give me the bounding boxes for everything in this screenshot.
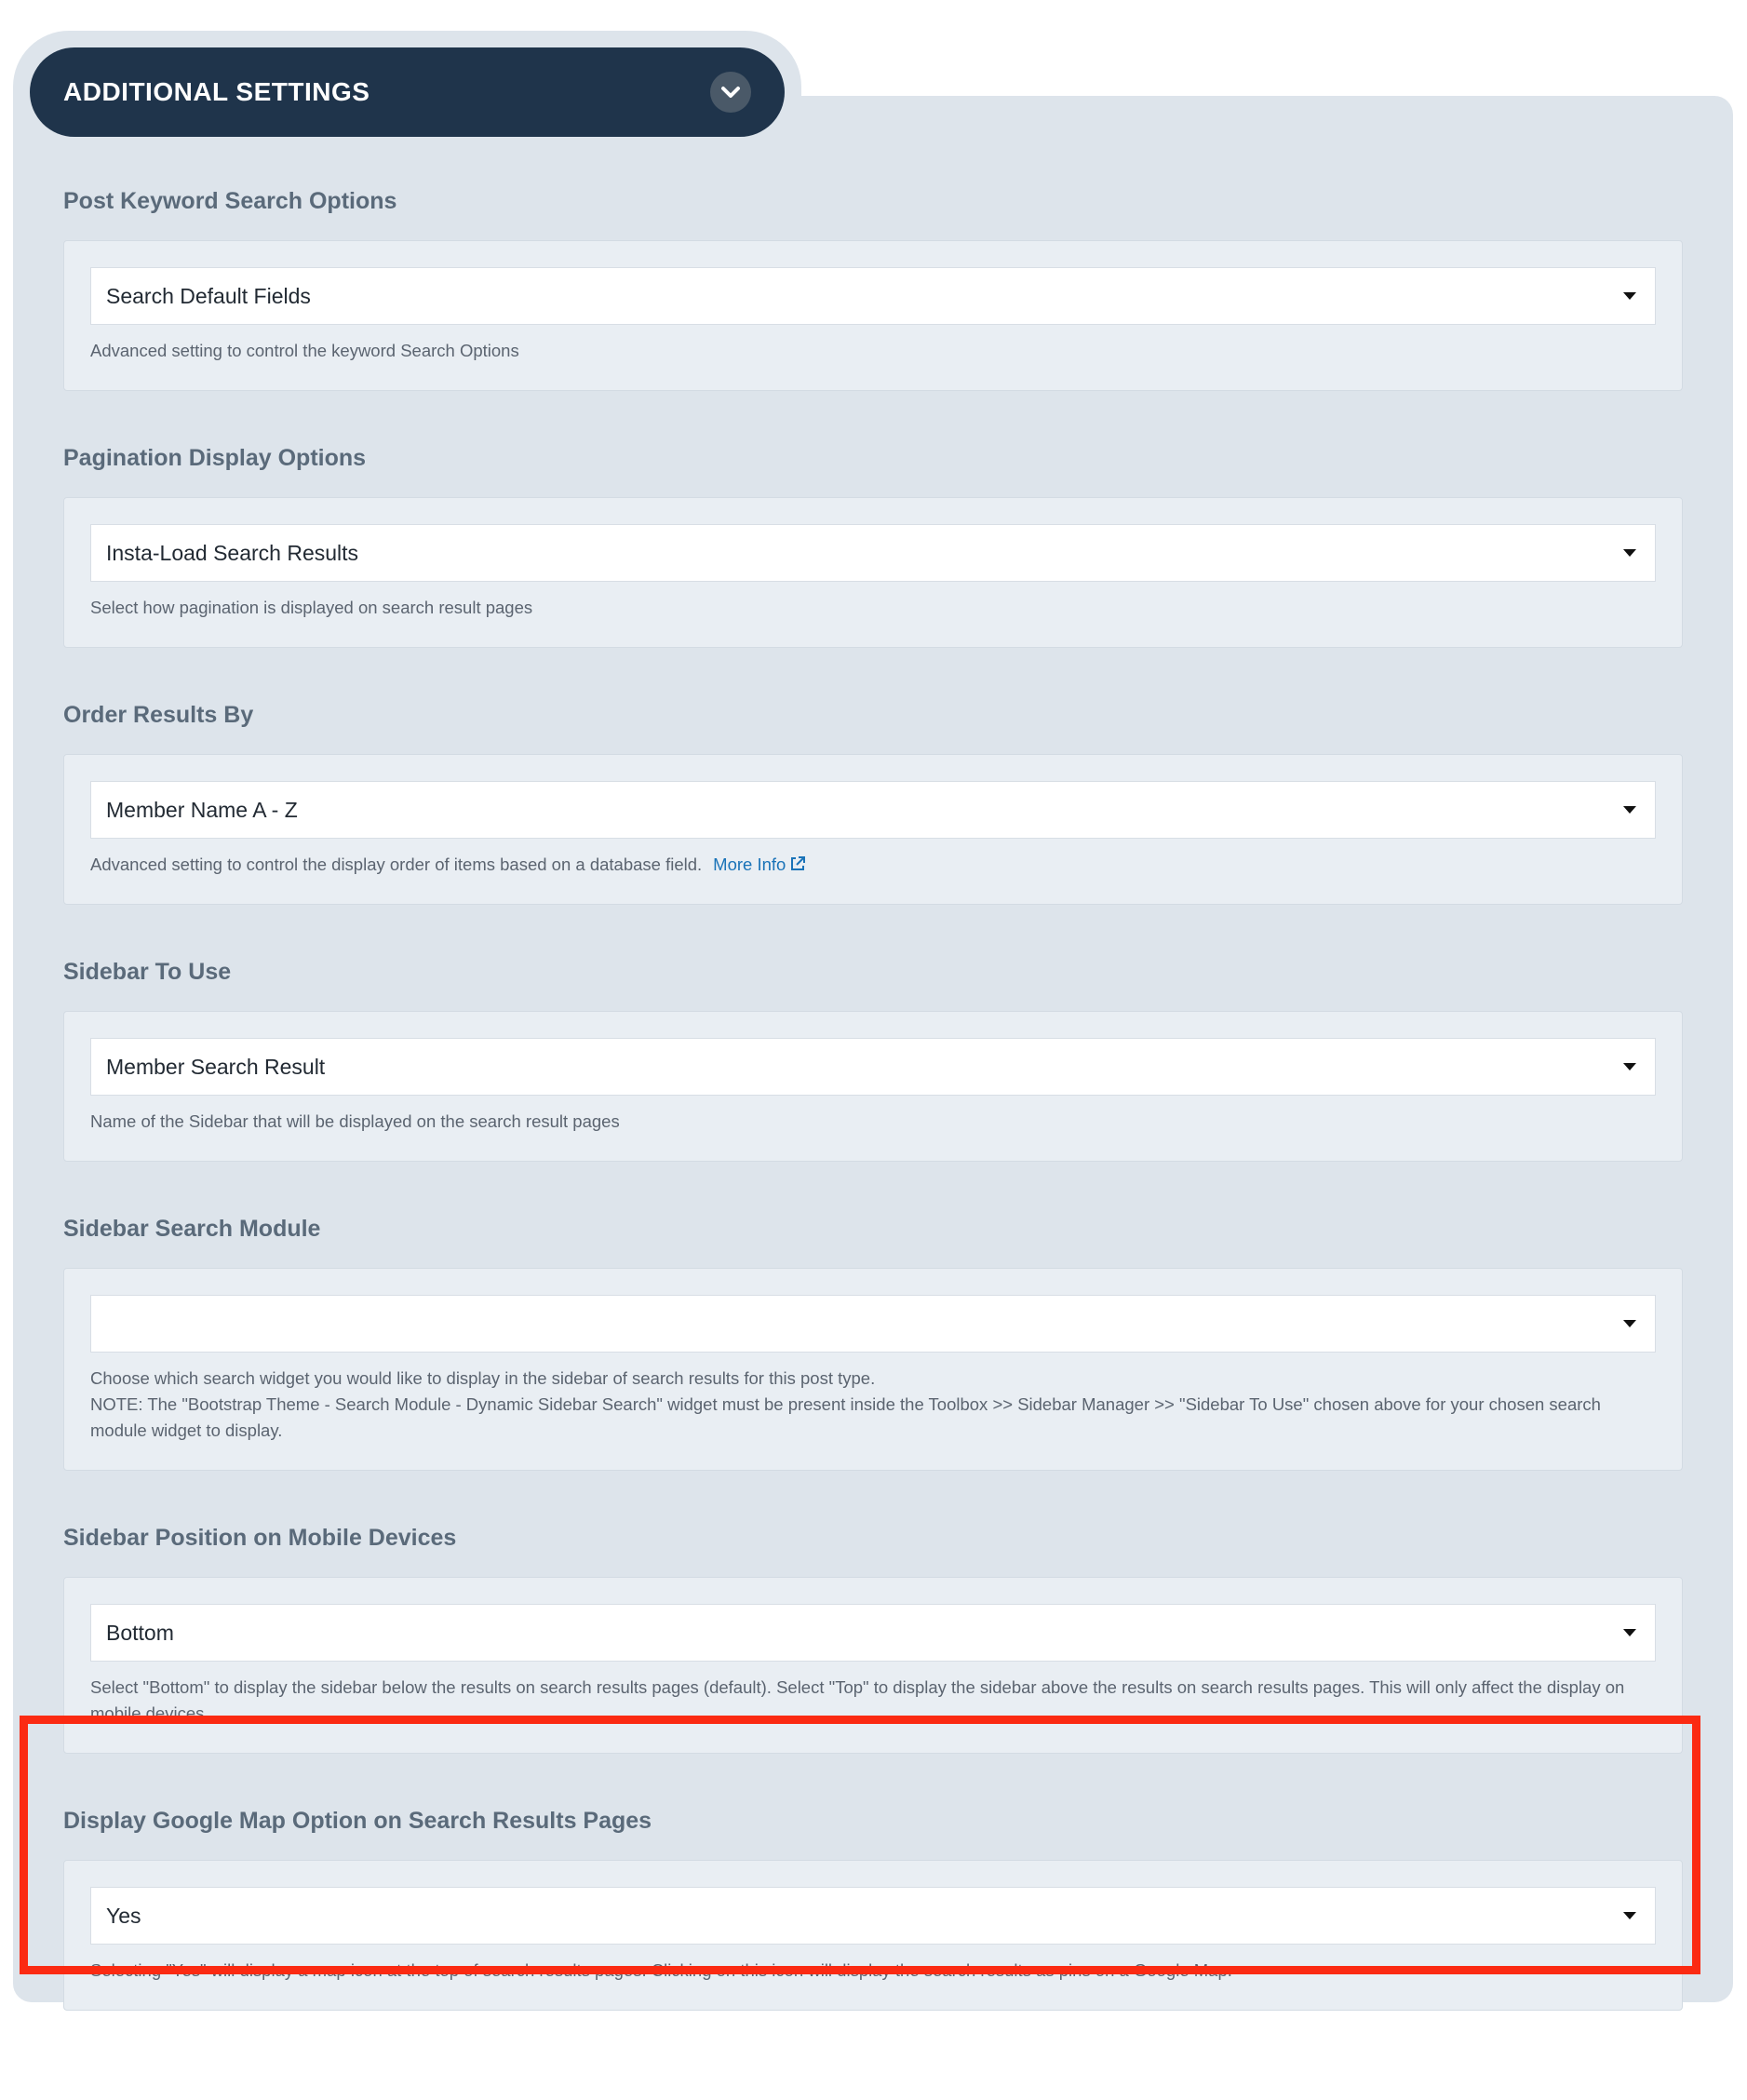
help-line: Select "Bottom" to display the sidebar b… bbox=[90, 1677, 1625, 1723]
setting-order-results: Order Results By Member Name A - Z Advan… bbox=[63, 696, 1683, 905]
setting-sidebar-search-module: Sidebar Search Module Choose which searc… bbox=[63, 1210, 1683, 1471]
help-line: Name of the Sidebar that will be display… bbox=[90, 1111, 620, 1131]
chevron-down-icon[interactable] bbox=[710, 72, 751, 113]
sidebar-search-module-select[interactable] bbox=[90, 1295, 1656, 1353]
settings-form: Post Keyword Search Options Search Defau… bbox=[63, 182, 1683, 2059]
display-google-map-select[interactable]: Yes bbox=[90, 1887, 1656, 1945]
section-header-title: ADDITIONAL SETTINGS bbox=[63, 77, 370, 106]
help-line: Selecting "Yes" will display a map icon … bbox=[90, 1960, 1232, 1980]
help-line: Advanced setting to control the keyword … bbox=[90, 341, 519, 360]
setting-post-keyword-search: Post Keyword Search Options Search Defau… bbox=[63, 182, 1683, 391]
setting-label: Post Keyword Search Options bbox=[63, 188, 397, 214]
setting-display-google-map: Display Google Map Option on Search Resu… bbox=[63, 1802, 1683, 2011]
help-line: Select how pagination is displayed on se… bbox=[90, 598, 533, 617]
caret-down-icon bbox=[1623, 1320, 1636, 1327]
more-info-label: More Info bbox=[713, 855, 786, 874]
setting-card: Member Search Result Name of the Sidebar… bbox=[63, 1011, 1683, 1162]
select-value: Search Default Fields bbox=[106, 283, 311, 308]
sidebar-position-mobile-select[interactable]: Bottom bbox=[90, 1604, 1656, 1662]
caret-down-icon bbox=[1623, 1912, 1636, 1919]
pagination-display-select[interactable]: Insta-Load Search Results bbox=[90, 524, 1656, 582]
help-text: Choose which search widget you would lik… bbox=[90, 1366, 1656, 1444]
setting-card: Insta-Load Search Results Select how pag… bbox=[63, 497, 1683, 648]
setting-card: Search Default Fields Advanced setting t… bbox=[63, 240, 1683, 391]
setting-label: Sidebar Position on Mobile Devices bbox=[63, 1525, 457, 1551]
help-note: NOTE: The "Bootstrap Theme - Search Modu… bbox=[90, 1394, 1601, 1440]
help-line: Advanced setting to control the display … bbox=[90, 852, 1656, 878]
setting-card: Bottom Select "Bottom" to display the si… bbox=[63, 1577, 1683, 1754]
select-value: Member Search Result bbox=[106, 1054, 326, 1079]
help-text: Advanced setting to control the keyword … bbox=[90, 338, 1656, 364]
select-value: Member Name A - Z bbox=[106, 797, 298, 822]
help-line: Choose which search widget you would lik… bbox=[90, 1368, 876, 1388]
setting-sidebar-to-use: Sidebar To Use Member Search Result Name… bbox=[63, 953, 1683, 1162]
setting-card: Yes Selecting "Yes" will display a map i… bbox=[63, 1860, 1683, 2011]
order-results-select[interactable]: Member Name A - Z bbox=[90, 781, 1656, 839]
more-info-link[interactable]: More Info bbox=[713, 855, 806, 874]
setting-label: Pagination Display Options bbox=[63, 445, 367, 471]
help-text: Name of the Sidebar that will be display… bbox=[90, 1109, 1656, 1135]
setting-card: Choose which search widget you would lik… bbox=[63, 1268, 1683, 1471]
additional-settings-toggle[interactable]: ADDITIONAL SETTINGS bbox=[30, 47, 785, 137]
setting-label: Order Results By bbox=[63, 702, 254, 728]
caret-down-icon bbox=[1623, 1629, 1636, 1636]
select-value: Insta-Load Search Results bbox=[106, 540, 359, 565]
external-link-icon bbox=[791, 856, 806, 870]
setting-sidebar-position-mobile: Sidebar Position on Mobile Devices Botto… bbox=[63, 1519, 1683, 1754]
setting-pagination-display: Pagination Display Options Insta-Load Se… bbox=[63, 439, 1683, 648]
post-keyword-search-select[interactable]: Search Default Fields bbox=[90, 267, 1656, 325]
setting-label: Display Google Map Option on Search Resu… bbox=[63, 1808, 652, 1834]
help-text: Advanced setting to control the display … bbox=[90, 852, 1656, 878]
setting-label: Sidebar To Use bbox=[63, 959, 232, 985]
caret-down-icon bbox=[1623, 292, 1636, 300]
setting-label: Sidebar Search Module bbox=[63, 1216, 321, 1242]
help-text: Selecting "Yes" will display a map icon … bbox=[90, 1958, 1656, 1984]
select-value: Yes bbox=[106, 1903, 141, 1928]
help-text: Select how pagination is displayed on se… bbox=[90, 595, 1656, 621]
select-value: Bottom bbox=[106, 1620, 174, 1645]
sidebar-to-use-select[interactable]: Member Search Result bbox=[90, 1038, 1656, 1096]
help-text: Select "Bottom" to display the sidebar b… bbox=[90, 1675, 1656, 1727]
caret-down-icon bbox=[1623, 1063, 1636, 1070]
help-line-text: Advanced setting to control the display … bbox=[90, 855, 703, 874]
setting-card: Member Name A - Z Advanced setting to co… bbox=[63, 754, 1683, 905]
caret-down-icon bbox=[1623, 806, 1636, 814]
caret-down-icon bbox=[1623, 549, 1636, 557]
